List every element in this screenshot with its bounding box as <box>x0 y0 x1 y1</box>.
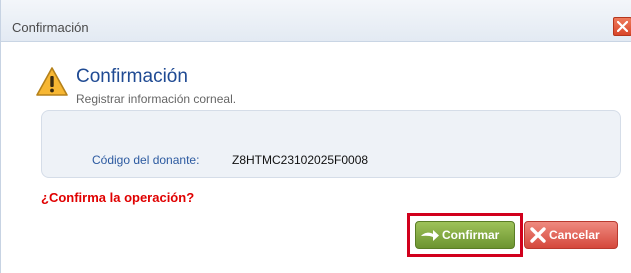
donor-code-label: Código del donante: <box>92 153 200 167</box>
close-icon <box>617 21 628 32</box>
cancel-label: Cancelar <box>549 228 600 242</box>
x-icon <box>529 226 547 244</box>
dialog-subtitle: Registrar información corneal. <box>76 92 237 106</box>
confirm-question: ¿Confirma la operación? <box>41 190 195 205</box>
info-panel: Código del donante: Z8HTMC23102025F0008 <box>41 110 621 178</box>
dialog-heading: Confirmación <box>76 66 188 87</box>
arrow-right-icon <box>420 227 440 243</box>
close-button[interactable] <box>613 17 631 36</box>
warning-icon <box>36 67 68 96</box>
confirm-button[interactable]: Confirmar <box>415 221 515 249</box>
confirm-label: Confirmar <box>442 228 500 242</box>
title-bar[interactable]: Confirmación <box>1 0 631 42</box>
cancel-button[interactable]: Cancelar <box>524 221 618 249</box>
confirmation-dialog: Confirmación Confirmación Registrar info… <box>0 0 631 273</box>
window-title: Confirmación <box>12 20 89 35</box>
donor-code-value: Z8HTMC23102025F0008 <box>232 153 369 167</box>
